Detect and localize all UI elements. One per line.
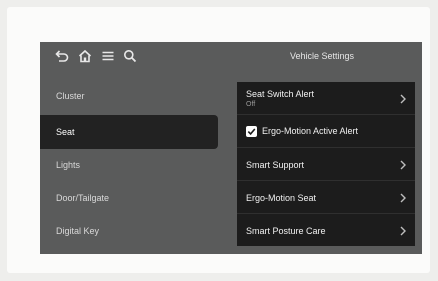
smart-posture-care-row[interactable]: Smart Posture Care: [237, 214, 415, 247]
search-icon[interactable]: [122, 48, 138, 64]
ergo-motion-seat-row[interactable]: Ergo-Motion Seat: [237, 181, 415, 214]
row-label: Seat Switch Alert: [246, 89, 315, 99]
row-label: Ergo-Motion Seat: [246, 193, 317, 203]
sidebar-item-digital-key[interactable]: Digital Key: [40, 214, 218, 248]
row-status: Off: [246, 101, 256, 108]
ergo-motion-active-alert-row[interactable]: Ergo-Motion Active Alert: [237, 115, 415, 148]
chevron-right-icon: [399, 226, 407, 236]
page-title: Vehicle Settings: [289, 51, 355, 61]
display-frame: Vehicle Settings Cluster Seat Lights Doo…: [7, 7, 430, 273]
chevron-right-icon: [399, 94, 407, 104]
sidebar-item-cluster[interactable]: Cluster: [40, 79, 218, 113]
chevron-right-icon: [399, 193, 407, 203]
menu-icon[interactable]: [100, 48, 116, 64]
sidebar-item-seat[interactable]: Seat: [40, 115, 218, 149]
chevron-right-icon: [399, 160, 407, 170]
row-label: Ergo-Motion Active Alert: [262, 126, 359, 136]
sidebar-item-door-tailgate[interactable]: Door/Tailgate: [40, 181, 218, 215]
settings-panel: Seat Switch Alert Off Ergo-Motion Active…: [237, 82, 415, 246]
checkbox-checked-icon[interactable]: [246, 126, 257, 137]
sidebar-item-lights[interactable]: Lights: [40, 148, 218, 182]
top-bar: Vehicle Settings: [40, 42, 422, 72]
row-label: Smart Posture Care: [246, 226, 326, 236]
row-label: Smart Support: [246, 160, 305, 170]
smart-support-row[interactable]: Smart Support: [237, 148, 415, 181]
seat-switch-alert-row[interactable]: Seat Switch Alert Off: [237, 82, 415, 115]
back-icon[interactable]: [53, 48, 69, 64]
infotainment-screen: Vehicle Settings Cluster Seat Lights Doo…: [40, 42, 422, 254]
home-icon[interactable]: [77, 48, 93, 64]
